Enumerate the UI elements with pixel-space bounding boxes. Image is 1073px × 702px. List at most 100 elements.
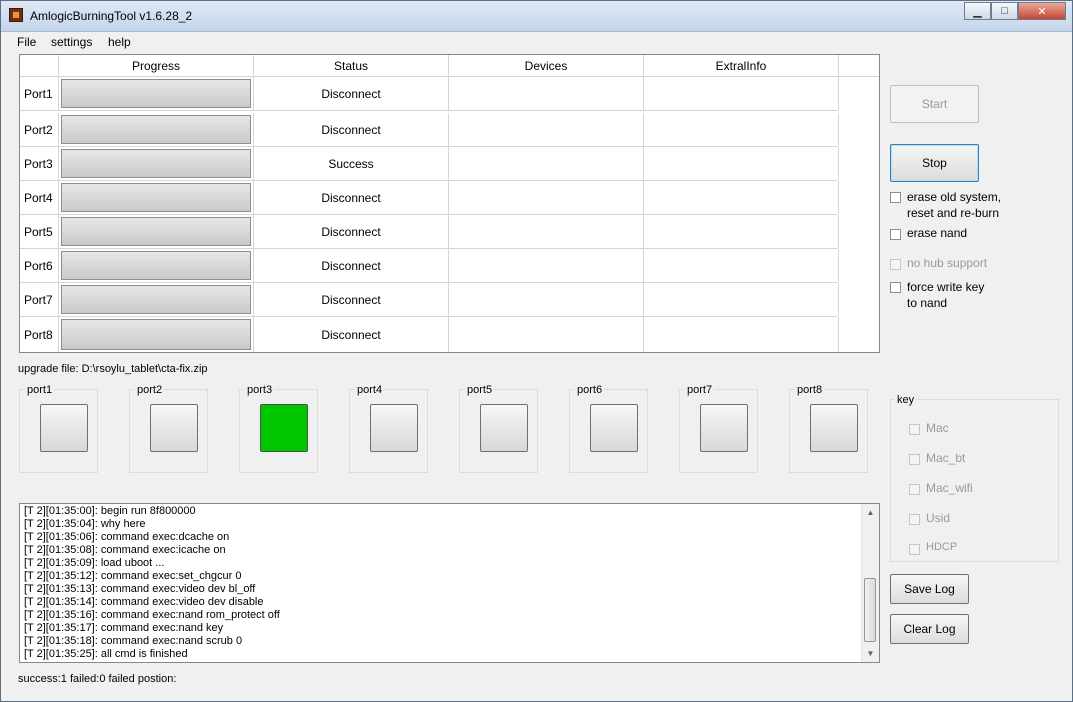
checkbox-box[interactable] bbox=[890, 259, 901, 270]
close-button[interactable]: ✕ bbox=[1018, 2, 1066, 20]
key-checkbox-label: HDCP bbox=[926, 541, 958, 553]
log-area[interactable]: [T 2][01:35:00]: begin run 8f800000 [T 2]… bbox=[19, 503, 880, 663]
force-write-key-label: force write key to nand bbox=[907, 280, 985, 310]
key-checkbox-label: Mac_wifi bbox=[926, 481, 973, 495]
log-line: [T 2][01:35:08]: command exec:icache on bbox=[24, 544, 226, 556]
table-row[interactable]: Port5 Disconnect bbox=[20, 215, 839, 249]
extra-info-cell bbox=[644, 249, 839, 282]
no-hub-support-checkbox[interactable]: no hub support bbox=[890, 256, 987, 270]
progress-bar bbox=[61, 217, 251, 246]
minimize-button[interactable]: ▁ bbox=[964, 2, 991, 20]
port-label: port5 bbox=[465, 384, 495, 396]
port-label: port6 bbox=[575, 384, 605, 396]
menu-settings[interactable]: settings bbox=[51, 35, 92, 49]
status-cell: Success bbox=[254, 147, 449, 180]
devices-cell bbox=[449, 147, 644, 180]
erase-nand-checkbox[interactable]: erase nand bbox=[890, 226, 967, 240]
status-cell: Disconnect bbox=[254, 249, 449, 282]
grid-header-corner bbox=[20, 55, 59, 77]
progress-bar bbox=[61, 319, 251, 350]
checkbox-box[interactable] bbox=[909, 514, 920, 525]
erase-nand-label: erase nand bbox=[907, 226, 968, 240]
log-line: [T 2][01:35:00]: begin run 8f800000 bbox=[24, 505, 196, 517]
log-lines: [T 2][01:35:00]: begin run 8f800000 [T 2]… bbox=[24, 505, 280, 661]
table-row[interactable]: Port8 Disconnect bbox=[20, 317, 839, 352]
table-row[interactable]: Port6 Disconnect bbox=[20, 249, 839, 283]
checkbox-box[interactable] bbox=[909, 454, 920, 465]
checkbox-box[interactable] bbox=[909, 424, 920, 435]
devices-cell bbox=[449, 283, 644, 316]
key-checkbox-mac-wifi[interactable]: Mac_wifi bbox=[909, 481, 973, 495]
title-bar[interactable]: AmlogicBurningTool v1.6.28_2 ▁ □ ✕ bbox=[1, 1, 1072, 32]
port-label: port1 bbox=[25, 384, 55, 396]
maximize-button[interactable]: □ bbox=[991, 2, 1018, 20]
progress-cell bbox=[59, 249, 254, 282]
port-name-cell: Port6 bbox=[20, 249, 59, 282]
upgrade-file-label: upgrade file: D:\rsoylu_tablet\cta-fix.z… bbox=[18, 363, 208, 375]
log-line: [T 2][01:35:14]: command exec:video dev … bbox=[24, 596, 264, 608]
scroll-thumb[interactable] bbox=[864, 578, 876, 642]
status-cell: Disconnect bbox=[254, 77, 449, 110]
table-row[interactable]: Port3 Success bbox=[20, 147, 839, 181]
header-extra-info[interactable]: ExtralInfo bbox=[644, 55, 839, 77]
port-name-cell: Port1 bbox=[20, 77, 59, 110]
port-label: port3 bbox=[245, 384, 275, 396]
port-groupbox bbox=[239, 389, 318, 473]
port-status-indicator bbox=[700, 404, 748, 452]
port-name-cell: Port4 bbox=[20, 181, 59, 214]
key-checkbox-usid[interactable]: Usid bbox=[909, 511, 950, 525]
port-name-cell: Port2 bbox=[20, 113, 59, 146]
menu-file[interactable]: File bbox=[17, 35, 36, 49]
force-write-key-checkbox[interactable]: force write key to nand bbox=[890, 279, 984, 311]
port-status-indicator bbox=[260, 404, 308, 452]
key-checkbox-hdcp[interactable]: HDCP bbox=[909, 541, 957, 555]
status-cell: Disconnect bbox=[254, 181, 449, 214]
log-line: [T 2][01:35:18]: command exec:nand scrub… bbox=[24, 635, 243, 647]
table-row[interactable]: Port7 Disconnect bbox=[20, 283, 839, 317]
port-status-indicator bbox=[150, 404, 198, 452]
devices-cell bbox=[449, 215, 644, 248]
progress-bar bbox=[61, 115, 251, 144]
checkbox-box[interactable] bbox=[890, 192, 901, 203]
progress-bar bbox=[61, 79, 251, 108]
table-row[interactable]: Port4 Disconnect bbox=[20, 181, 839, 215]
log-line: [T 2][01:35:06]: command exec:dcache on bbox=[24, 531, 230, 543]
port-groupbox bbox=[459, 389, 538, 473]
start-button[interactable]: Start bbox=[890, 85, 979, 123]
log-scrollbar[interactable]: ▲ ▼ bbox=[861, 504, 879, 662]
checkbox-box[interactable] bbox=[909, 484, 920, 495]
devices-cell bbox=[449, 249, 644, 282]
progress-cell bbox=[59, 283, 254, 316]
key-checkbox-mac[interactable]: Mac bbox=[909, 421, 949, 435]
log-line: [T 2][01:35:17]: command exec:nand key bbox=[24, 622, 224, 634]
header-status[interactable]: Status bbox=[254, 55, 449, 77]
extra-info-cell bbox=[644, 77, 839, 110]
header-progress[interactable]: Progress bbox=[59, 55, 254, 77]
scroll-up-arrow-icon[interactable]: ▲ bbox=[862, 504, 879, 521]
table-row[interactable]: Port2 Disconnect bbox=[20, 113, 839, 147]
app-window: AmlogicBurningTool v1.6.28_2 ▁ □ ✕ File … bbox=[0, 0, 1073, 702]
progress-cell bbox=[59, 215, 254, 248]
log-line: [T 2][01:35:04]: why here bbox=[24, 518, 146, 530]
extra-info-cell bbox=[644, 317, 839, 352]
checkbox-box[interactable] bbox=[890, 229, 901, 240]
checkbox-box[interactable] bbox=[890, 282, 901, 293]
erase-old-system-label: erase old system, reset and re-burn bbox=[907, 190, 1002, 220]
erase-old-system-checkbox[interactable]: erase old system, reset and re-burn bbox=[890, 189, 1001, 221]
menu-help[interactable]: help bbox=[108, 35, 131, 49]
window-title: AmlogicBurningTool v1.6.28_2 bbox=[30, 9, 193, 23]
menu-bar: File settings help bbox=[1, 32, 1072, 52]
port-groupbox bbox=[19, 389, 98, 473]
progress-cell bbox=[59, 147, 254, 180]
scroll-down-arrow-icon[interactable]: ▼ bbox=[862, 645, 879, 662]
header-devices[interactable]: Devices bbox=[449, 55, 644, 77]
checkbox-box[interactable] bbox=[909, 544, 920, 555]
key-checkbox-mac-bt[interactable]: Mac_bt bbox=[909, 451, 965, 465]
table-row[interactable]: Port1 Disconnect bbox=[20, 77, 839, 111]
status-cell: Disconnect bbox=[254, 113, 449, 146]
stop-button[interactable]: Stop bbox=[890, 144, 979, 182]
save-log-button[interactable]: Save Log bbox=[890, 574, 969, 604]
port-status-indicator bbox=[590, 404, 638, 452]
devices-cell bbox=[449, 181, 644, 214]
clear-log-button[interactable]: Clear Log bbox=[890, 614, 969, 644]
